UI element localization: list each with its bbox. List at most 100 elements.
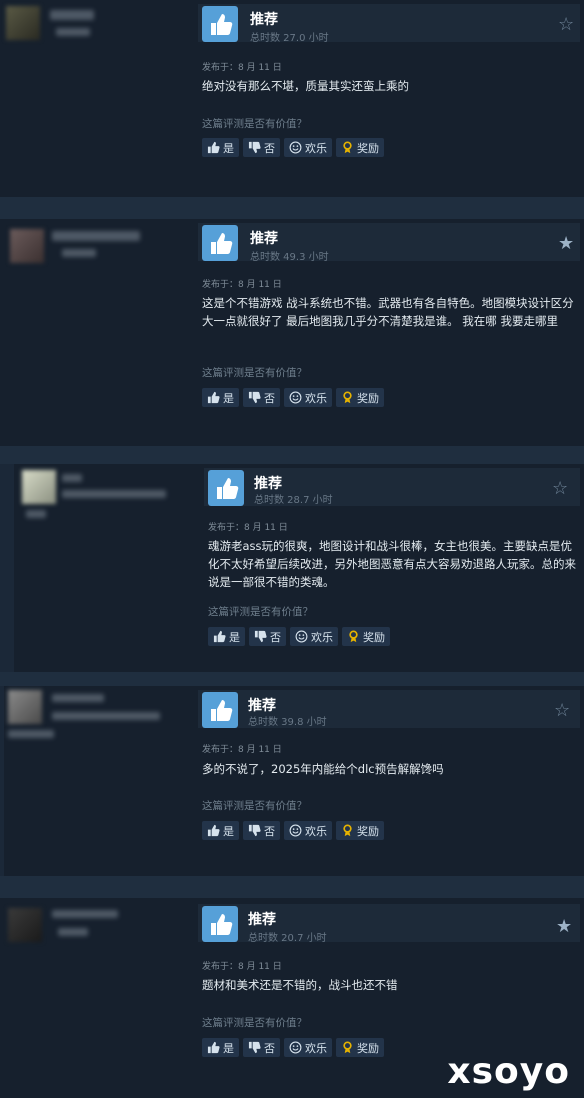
username-blurred bbox=[52, 910, 118, 918]
star-icon[interactable]: ★ bbox=[558, 235, 574, 253]
vote-yes-button[interactable]: 是 bbox=[202, 388, 239, 407]
review-text: 魂游老ass玩的很爽，地图设计和战斗很棒，女主也很美。主要缺点是优化不太好希望后… bbox=[208, 539, 576, 589]
thumbs-down-icon bbox=[248, 391, 261, 404]
post-date: 发布于：8 月 11 日 bbox=[202, 280, 282, 290]
thumbs-up-icon bbox=[213, 630, 226, 643]
star-icon[interactable]: ☆ bbox=[554, 702, 570, 720]
thumbs-up-icon bbox=[207, 1041, 220, 1054]
review-card: 推荐 总时数 27.0 小时 ☆ 发布于：8 月 11 日 绝对没有那么不堪，质… bbox=[0, 0, 584, 197]
smiley-icon bbox=[289, 141, 302, 154]
helpful-question: 这篇评测是否有价值？ bbox=[202, 367, 307, 379]
vote-yes-label: 是 bbox=[223, 391, 234, 405]
helpful-question: 这篇评测是否有价值？ bbox=[202, 1017, 307, 1029]
review-separator bbox=[0, 672, 584, 686]
award-label: 奖励 bbox=[357, 391, 379, 405]
smiley-icon bbox=[289, 824, 302, 837]
vote-funny-button[interactable]: 欢乐 bbox=[290, 627, 338, 646]
award-label: 奖励 bbox=[357, 824, 379, 838]
review-text: 多的不说了，2025年内能给个dlc预告解解馋吗 bbox=[202, 762, 444, 776]
vote-funny-label: 欢乐 bbox=[305, 824, 327, 838]
vote-no-label: 否 bbox=[264, 141, 275, 155]
thumbs-up-icon bbox=[207, 141, 220, 154]
award-button[interactable]: 奖励 bbox=[336, 138, 384, 157]
profile-info-blurred bbox=[62, 249, 96, 257]
vote-funny-button[interactable]: 欢乐 bbox=[284, 1038, 332, 1057]
vote-no-label: 否 bbox=[264, 391, 275, 405]
vote-no-label: 否 bbox=[264, 824, 275, 838]
avatar bbox=[8, 908, 42, 942]
playtime-hours: 总时数 27.0 小时 bbox=[250, 33, 329, 44]
review-card: 推荐 总时数 28.7 小时 ☆ 发布于：8 月 11 日 魂游老ass玩的很爽… bbox=[14, 464, 584, 672]
thumbs-down-icon bbox=[254, 630, 267, 643]
profile-info-blurred bbox=[62, 490, 166, 498]
avatar bbox=[10, 229, 44, 263]
username-blurred bbox=[50, 10, 94, 20]
vote-yes-label: 是 bbox=[223, 141, 234, 155]
award-button[interactable]: 奖励 bbox=[336, 388, 384, 407]
award-button[interactable]: 奖励 bbox=[342, 627, 390, 646]
review-card: 推荐 总时数 39.8 小时 ☆ 发布于：8 月 11 日 多的不说了，2025… bbox=[4, 686, 584, 876]
profile-info-blurred bbox=[58, 928, 88, 936]
smiley-icon bbox=[289, 391, 302, 404]
vote-yes-label: 是 bbox=[223, 824, 234, 838]
vote-no-label: 否 bbox=[264, 1041, 275, 1055]
star-icon[interactable]: ☆ bbox=[558, 16, 574, 34]
username-blurred bbox=[52, 231, 140, 241]
thumbs-down-icon bbox=[248, 824, 261, 837]
vote-no-button[interactable]: 否 bbox=[243, 388, 280, 407]
award-button[interactable]: 奖励 bbox=[336, 1038, 384, 1057]
review-title: 推荐 bbox=[248, 912, 276, 928]
review-separator bbox=[0, 197, 584, 219]
star-icon[interactable]: ★ bbox=[556, 918, 572, 936]
vote-buttons: 是 否 欢乐 奖励 bbox=[202, 138, 384, 157]
thumbs-down-icon bbox=[248, 141, 261, 154]
award-button[interactable]: 奖励 bbox=[336, 821, 384, 840]
playtime-hours: 总时数 28.7 小时 bbox=[254, 495, 333, 506]
review-text: 这是个不错游戏 战斗系统也不错。武器也有各自特色。地图模块设计区分大一点就很好了… bbox=[202, 296, 574, 328]
username-blurred bbox=[52, 694, 104, 702]
vote-no-label: 否 bbox=[270, 630, 281, 644]
vote-buttons: 是 否 欢乐 奖励 bbox=[202, 1038, 384, 1057]
profile-info-blurred bbox=[52, 712, 160, 720]
smiley-icon bbox=[295, 630, 308, 643]
username-blurred bbox=[62, 474, 82, 482]
vote-buttons: 是 否 欢乐 奖励 bbox=[208, 627, 390, 646]
post-date: 发布于：8 月 11 日 bbox=[202, 745, 282, 755]
review-card: 推荐 总时数 49.3 小时 ★ 发布于：8 月 11 日 这是个不错游戏 战斗… bbox=[0, 219, 584, 446]
review-separator bbox=[0, 876, 584, 898]
thumbs-up-icon bbox=[202, 692, 238, 728]
thumbs-up-icon bbox=[208, 470, 244, 506]
vote-no-button[interactable]: 否 bbox=[243, 138, 280, 157]
vote-yes-label: 是 bbox=[223, 1041, 234, 1055]
watermark: xsoyo bbox=[447, 1051, 570, 1092]
profile-info-blurred bbox=[26, 510, 46, 518]
award-icon bbox=[343, 1041, 352, 1054]
review-separator bbox=[0, 446, 584, 464]
award-icon bbox=[343, 391, 352, 404]
vote-funny-button[interactable]: 欢乐 bbox=[284, 821, 332, 840]
vote-funny-button[interactable]: 欢乐 bbox=[284, 138, 332, 157]
helpful-question: 这篇评测是否有价值？ bbox=[202, 800, 307, 812]
post-date: 发布于：8 月 11 日 bbox=[202, 63, 282, 73]
vote-no-button[interactable]: 否 bbox=[243, 821, 280, 840]
helpful-question: 这篇评测是否有价值？ bbox=[208, 606, 313, 618]
vote-no-button[interactable]: 否 bbox=[243, 1038, 280, 1057]
thumbs-up-icon bbox=[202, 906, 238, 942]
vote-yes-button[interactable]: 是 bbox=[202, 138, 239, 157]
profile-info-blurred bbox=[56, 28, 90, 36]
vote-buttons: 是 否 欢乐 奖励 bbox=[202, 821, 384, 840]
star-icon[interactable]: ☆ bbox=[552, 480, 568, 498]
vote-yes-button[interactable]: 是 bbox=[202, 1038, 239, 1057]
thumbs-up-icon bbox=[202, 6, 238, 42]
smiley-icon bbox=[289, 1041, 302, 1054]
award-label: 奖励 bbox=[357, 141, 379, 155]
vote-yes-button[interactable]: 是 bbox=[202, 821, 239, 840]
thumbs-up-icon bbox=[207, 824, 220, 837]
playtime-hours: 总时数 20.7 小时 bbox=[248, 933, 327, 944]
profile-info-blurred bbox=[8, 730, 54, 738]
avatar bbox=[8, 690, 42, 724]
helpful-question: 这篇评测是否有价值？ bbox=[202, 118, 307, 130]
vote-funny-button[interactable]: 欢乐 bbox=[284, 388, 332, 407]
vote-yes-button[interactable]: 是 bbox=[208, 627, 245, 646]
vote-no-button[interactable]: 否 bbox=[249, 627, 286, 646]
